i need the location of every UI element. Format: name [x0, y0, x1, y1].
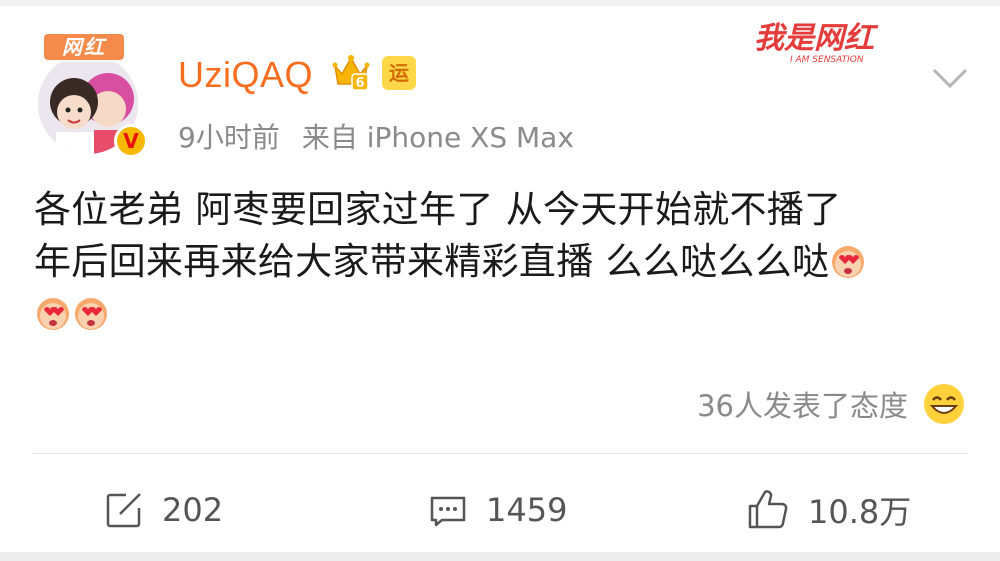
watermark-main: 我是网红: [754, 21, 879, 56]
like-button[interactable]: 10.8万: [746, 486, 911, 534]
verified-badge-icon: V: [114, 124, 148, 158]
crown-icon[interactable]: 6: [332, 52, 370, 92]
like-count: 10.8万: [808, 493, 912, 531]
repost-icon: [106, 493, 141, 528]
post-time: 9小时前: [178, 121, 280, 154]
heart-eyes-emoji: [830, 242, 866, 278]
yun-badge-icon[interactable]: 运: [382, 56, 416, 90]
like-icon: [748, 490, 788, 529]
post-content: 各位老弟 阿枣要回家过年了 从今天开始就不播了 年后回来再来给大家带来精彩直播 …: [34, 184, 964, 340]
divider: [32, 453, 968, 454]
crown-level: 6: [355, 76, 364, 91]
reactions-summary[interactable]: 36人发表了态度: [697, 380, 966, 428]
chevron-down-icon[interactable]: [930, 66, 970, 90]
comment-icon: [430, 496, 466, 527]
weibo-post-card: 网红 V UziQAQ 6 运 9小时前 来自 iPhone XS Max 我是网…: [0, 6, 1000, 552]
post-source: 来自 iPhone XS Max: [301, 121, 574, 154]
repost-count: 202: [162, 491, 224, 529]
heart-eyes-emoji: [73, 294, 109, 330]
content-line-2: 年后回来再来给大家带来精彩直播 么么哒么么哒: [34, 240, 830, 283]
repost-button[interactable]: 202: [104, 486, 223, 534]
watermark-logo: 我是网红 I AM SENSATION: [754, 21, 879, 65]
content-line-1: 各位老弟 阿枣要回家过年了 从今天开始就不播了: [34, 188, 842, 231]
heart-eyes-emoji: [35, 294, 71, 330]
username[interactable]: UziQAQ: [178, 54, 313, 96]
post-meta: 9小时前 来自 iPhone XS Max: [178, 116, 574, 156]
reactions-text: 36人发表了态度: [697, 389, 908, 423]
comment-button[interactable]: 1459: [428, 486, 567, 534]
bottom-separator: [0, 552, 1000, 561]
smile-emoji: [924, 384, 964, 424]
comment-count: 1459: [486, 491, 568, 529]
watermark-sub: I AM SENSATION: [790, 55, 864, 65]
wanghong-badge: 网红: [42, 32, 126, 62]
avatar[interactable]: 网红 V: [30, 32, 148, 160]
